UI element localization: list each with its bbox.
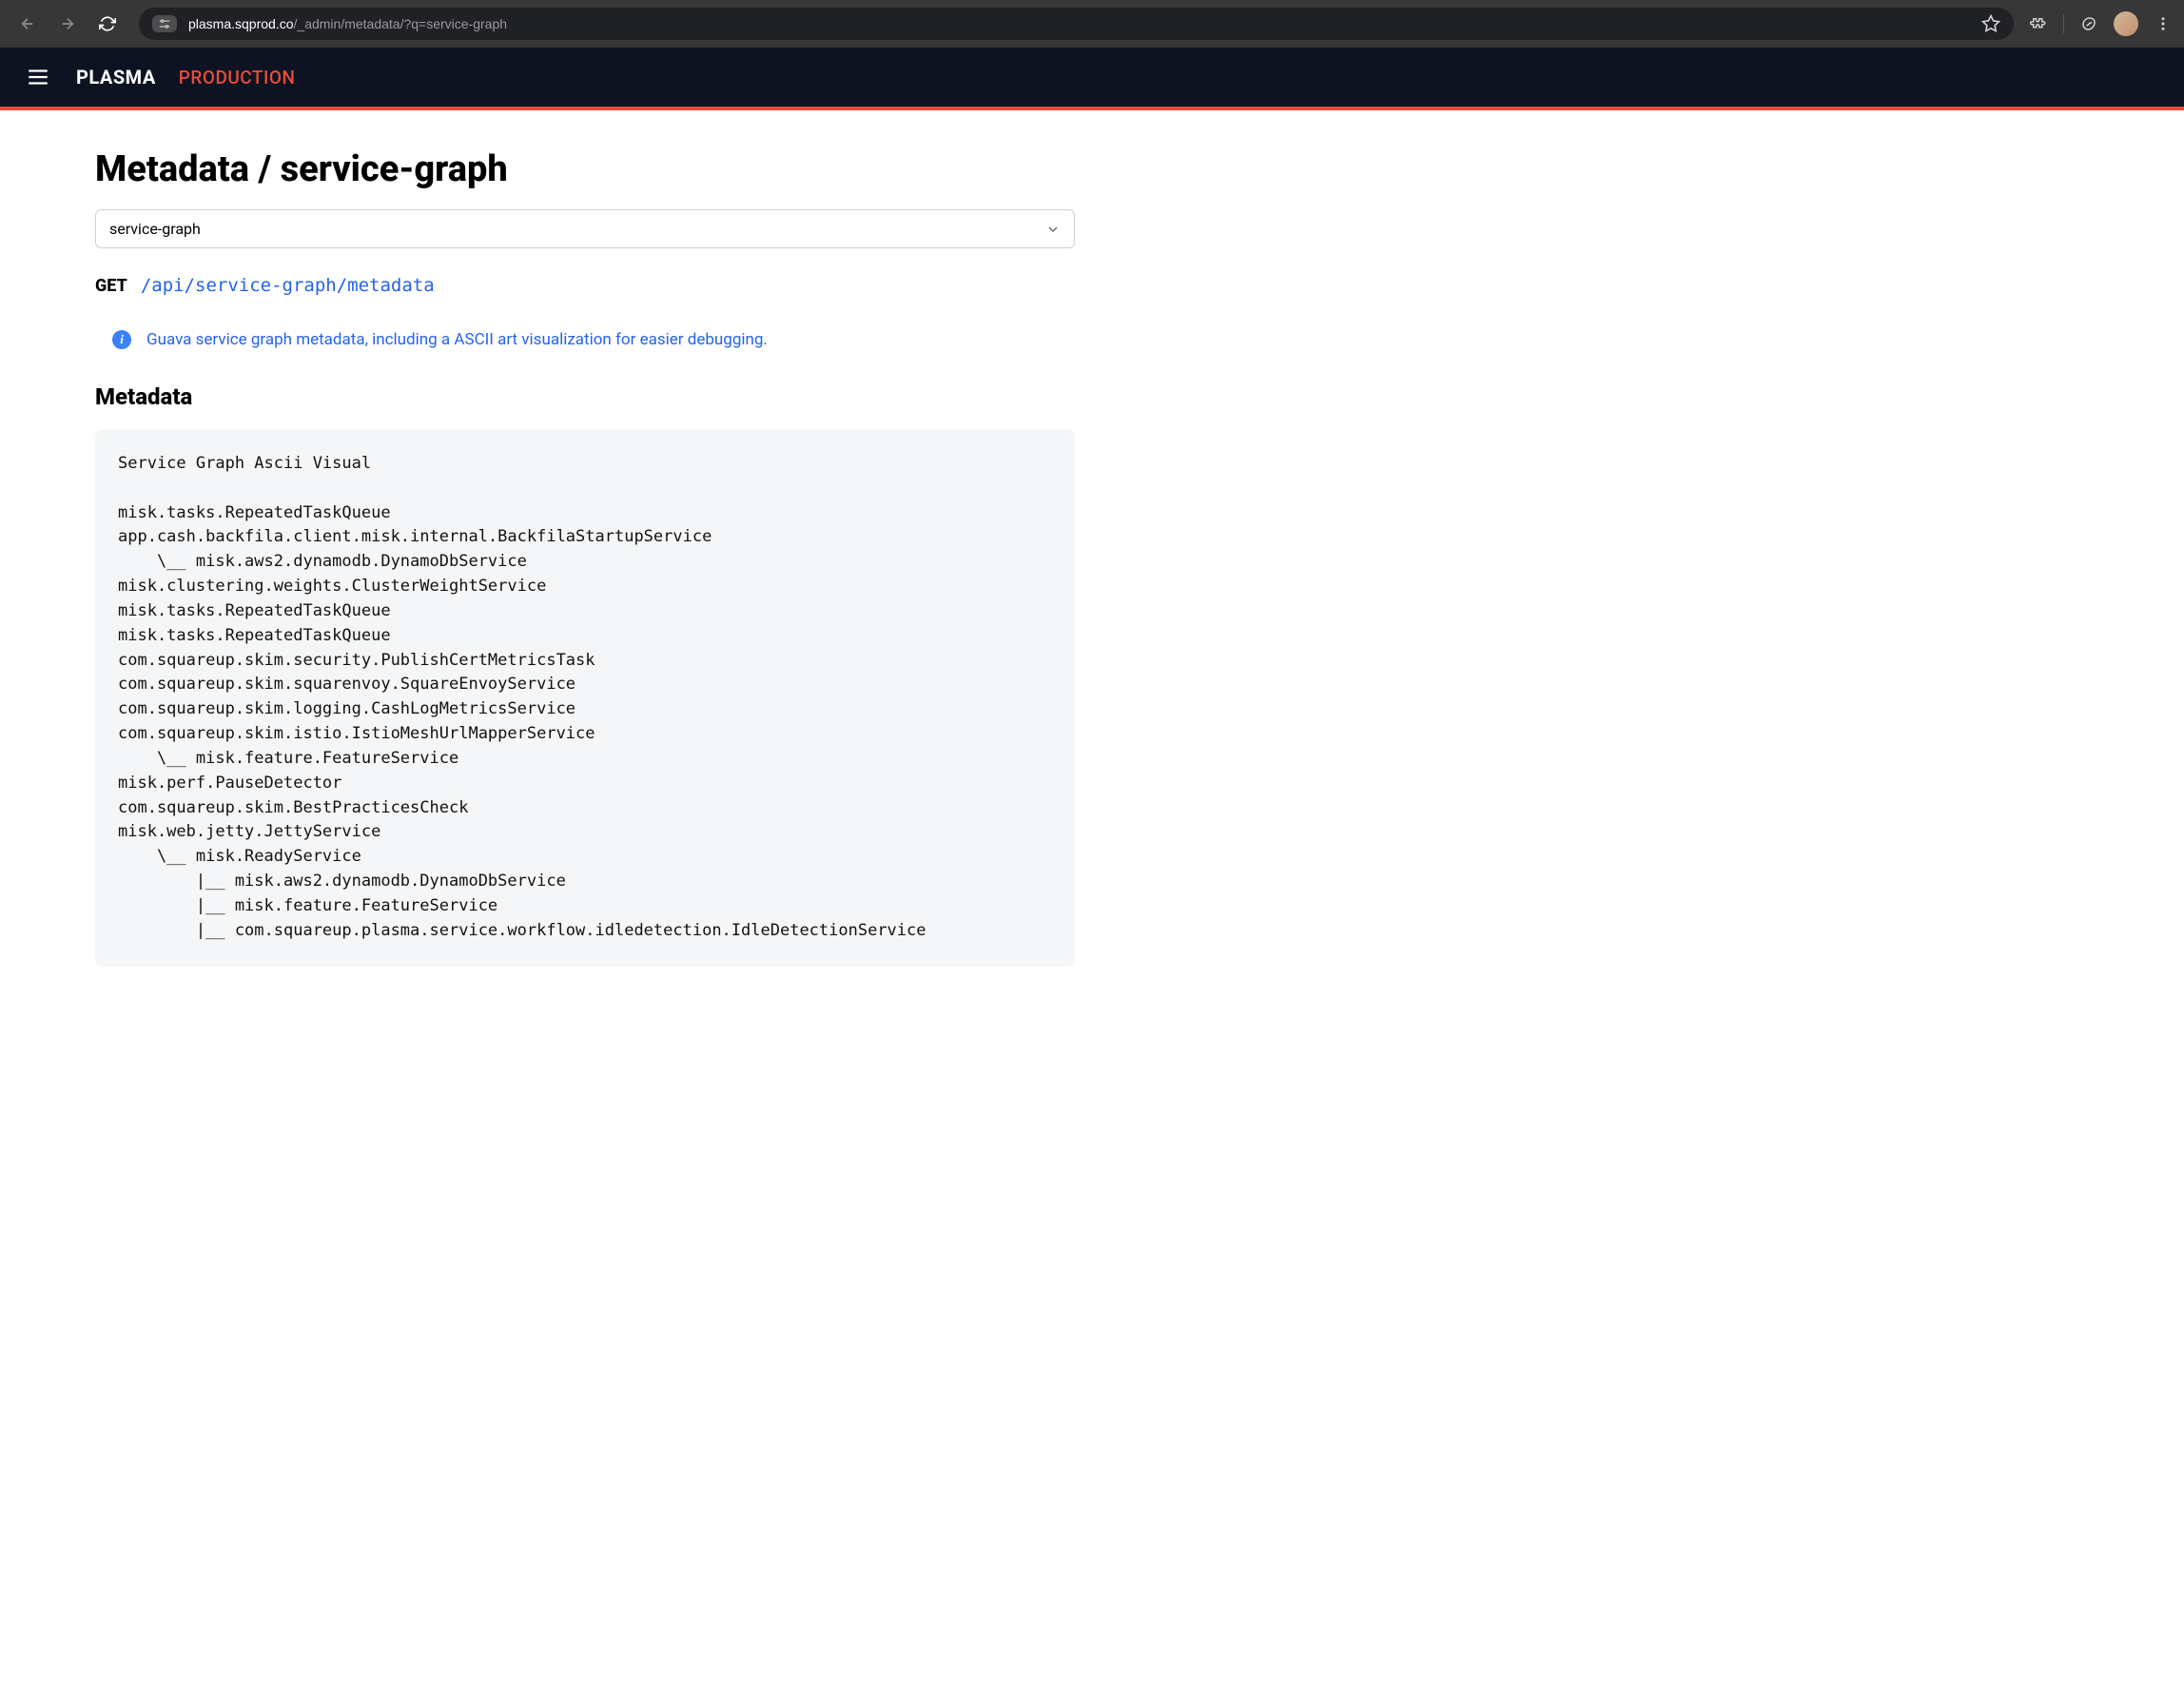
more-vert-icon: [2155, 15, 2172, 32]
leaf-button[interactable]: [2079, 14, 2098, 33]
app-name: PLASMA: [76, 66, 156, 88]
metadata-code-block: Service Graph Ascii Visual misk.tasks.Re…: [95, 429, 1075, 967]
environment-badge: PRODUCTION: [179, 67, 296, 88]
chrome-menu-button[interactable]: [2154, 14, 2173, 33]
info-banner: i Guava service graph metadata, includin…: [95, 330, 1075, 349]
reload-button[interactable]: [91, 8, 124, 40]
app-header: PLASMA PRODUCTION: [0, 48, 2184, 110]
api-path-link[interactable]: /api/service-graph/metadata: [141, 275, 435, 296]
reload-icon: [99, 15, 116, 32]
http-method: GET: [95, 276, 127, 296]
browser-chrome: plasma.sqprod.co/_admin/metadata/?q=serv…: [0, 0, 2184, 48]
api-endpoint: GET /api/service-graph/metadata: [95, 275, 1075, 296]
forward-button[interactable]: [51, 8, 84, 40]
site-settings-icon[interactable]: [152, 15, 177, 32]
url-path: /_admin/metadata/?q=service-graph: [294, 16, 508, 31]
bookmark-button[interactable]: [1981, 14, 2000, 33]
chrome-divider: [2063, 14, 2064, 33]
url-bar[interactable]: plasma.sqprod.co/_admin/metadata/?q=serv…: [139, 8, 2014, 40]
select-value: service-graph: [109, 220, 201, 238]
info-icon: i: [112, 330, 131, 349]
chevron-down-icon: [1045, 222, 1061, 237]
section-title: Metadata: [95, 383, 1075, 410]
content: Metadata / service-graph service-graph G…: [0, 110, 1170, 1005]
leaf-icon: [2080, 15, 2097, 32]
arrow-right-icon: [59, 15, 76, 32]
extensions-button[interactable]: [2029, 14, 2048, 33]
arrow-left-icon: [19, 15, 36, 32]
menu-icon: [26, 65, 50, 89]
chrome-right: [2029, 11, 2173, 36]
back-button[interactable]: [11, 8, 44, 40]
metadata-select[interactable]: service-graph: [95, 209, 1075, 248]
tune-icon: [158, 17, 171, 30]
page-title: Metadata / service-graph: [95, 148, 1075, 190]
puzzle-icon: [2030, 15, 2047, 32]
url-host: plasma.sqprod.co: [188, 16, 294, 31]
star-icon: [1981, 14, 2000, 33]
url-text: plasma.sqprod.co/_admin/metadata/?q=serv…: [188, 16, 507, 31]
hamburger-menu-button[interactable]: [23, 62, 53, 92]
info-text: Guava service graph metadata, including …: [146, 330, 768, 349]
profile-avatar[interactable]: [2114, 11, 2138, 36]
